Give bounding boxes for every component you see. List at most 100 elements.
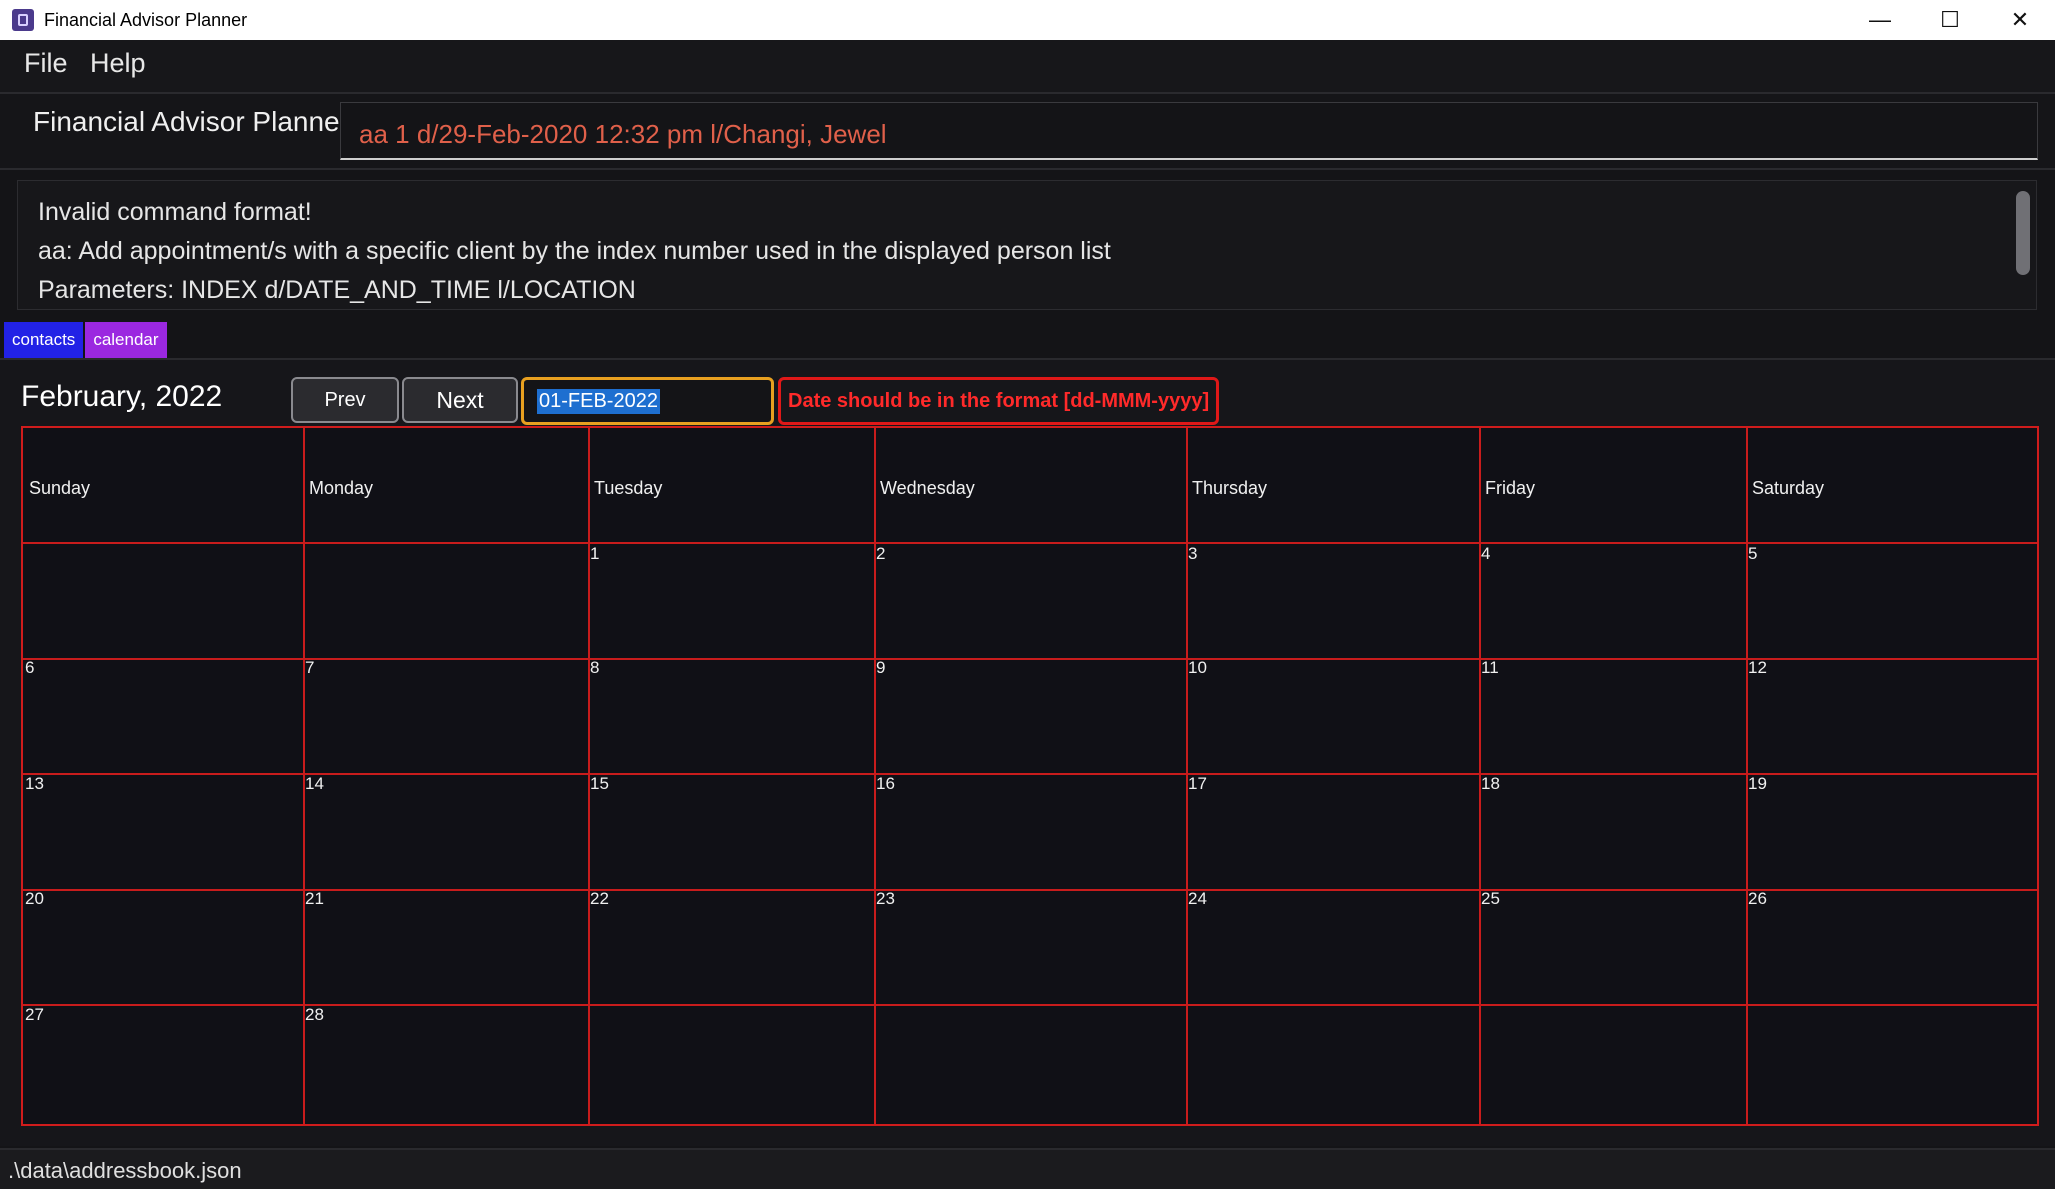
calendar-grid: Sunday Monday Tuesday Wednesday Thursday Frid… bbox=[21, 426, 2039, 1126]
day-number: 11 bbox=[1481, 658, 1499, 677]
day-cell[interactable]: 17 bbox=[1186, 772, 1479, 886]
day-cell[interactable]: 20 bbox=[23, 887, 303, 1001]
day-cell[interactable]: 23 bbox=[874, 887, 1186, 1001]
command-input[interactable]: aa 1 d/29-Feb-2020 12:32 pm l/Changi, Je… bbox=[340, 102, 2038, 160]
day-number: 2 bbox=[876, 544, 886, 563]
day-header-thursday: Thursday bbox=[1192, 478, 1268, 498]
date-error-message: Date should be in the format [dd-MMM-yyy… bbox=[778, 377, 1220, 425]
tab-bar: contacts calendar bbox=[4, 322, 167, 358]
prev-button[interactable]: Prev bbox=[291, 377, 399, 423]
day-number: 26 bbox=[1748, 889, 1767, 908]
day-cell[interactable]: 14 bbox=[303, 772, 588, 886]
day-cell[interactable]: 13 bbox=[23, 772, 303, 886]
day-cell[interactable]: 19 bbox=[1746, 772, 2037, 886]
day-header-wednesday: Wednesday bbox=[880, 478, 975, 498]
day-number: 6 bbox=[25, 658, 35, 677]
day-number: 17 bbox=[1188, 774, 1207, 793]
month-label: February, 2022 bbox=[21, 380, 223, 413]
window-controls: — ☐ ✕ bbox=[1845, 0, 2055, 40]
result-line: Invalid command format! bbox=[38, 198, 312, 226]
day-cell[interactable]: 11 bbox=[1479, 656, 1746, 770]
maximize-button[interactable]: ☐ bbox=[1915, 0, 1985, 40]
day-cell[interactable] bbox=[1186, 1003, 1479, 1117]
day-number: 16 bbox=[876, 774, 895, 793]
day-number: 27 bbox=[25, 1005, 44, 1024]
day-cell[interactable]: 1 bbox=[588, 542, 874, 656]
minimize-button[interactable]: — bbox=[1845, 0, 1915, 40]
calendar-panel: February, 2022 Prev Next 01-FEB-2022 Dat… bbox=[0, 358, 2055, 1146]
next-button[interactable]: Next bbox=[402, 377, 518, 423]
day-cell[interactable]: 7 bbox=[303, 656, 588, 770]
day-header-sunday: Sunday bbox=[29, 478, 91, 498]
day-cell[interactable]: 6 bbox=[23, 656, 303, 770]
day-number: 18 bbox=[1481, 774, 1500, 793]
result-display: Invalid command format! aa: Add appointm… bbox=[17, 180, 2037, 310]
day-cell[interactable]: 9 bbox=[874, 656, 1186, 770]
day-cell[interactable]: 4 bbox=[1479, 542, 1746, 656]
day-cell[interactable] bbox=[23, 542, 303, 656]
day-cell[interactable] bbox=[1746, 1003, 2037, 1117]
day-number: 20 bbox=[25, 889, 44, 908]
day-cell[interactable]: 8 bbox=[588, 656, 874, 770]
date-input[interactable]: 01-FEB-2022 bbox=[521, 377, 774, 425]
day-header-monday: Monday bbox=[309, 478, 374, 498]
day-cell[interactable]: 18 bbox=[1479, 772, 1746, 886]
day-number: 8 bbox=[590, 658, 600, 677]
day-cell[interactable]: 15 bbox=[588, 772, 874, 886]
day-number: 23 bbox=[876, 889, 895, 908]
day-cell[interactable]: 10 bbox=[1186, 656, 1479, 770]
day-cell[interactable] bbox=[874, 1003, 1186, 1117]
day-number: 22 bbox=[590, 889, 609, 908]
day-cell[interactable]: 28 bbox=[303, 1003, 588, 1117]
result-line: aa: Add appointment/s with a specific cl… bbox=[38, 237, 1111, 265]
day-number: 12 bbox=[1748, 658, 1767, 677]
day-cell[interactable]: 24 bbox=[1186, 887, 1479, 1001]
date-input-value: 01-FEB-2022 bbox=[537, 389, 660, 414]
day-number: 13 bbox=[25, 774, 44, 793]
day-cell[interactable] bbox=[588, 1003, 874, 1117]
app-icon bbox=[12, 9, 34, 31]
tab-calendar[interactable]: calendar bbox=[85, 322, 167, 358]
day-number: 28 bbox=[305, 1005, 324, 1024]
day-cell[interactable]: 26 bbox=[1746, 887, 2037, 1001]
day-number: 21 bbox=[305, 889, 324, 908]
day-cell[interactable]: 3 bbox=[1186, 542, 1479, 656]
day-number: 9 bbox=[876, 658, 886, 677]
day-number: 1 bbox=[590, 544, 600, 563]
day-header-friday: Friday bbox=[1485, 478, 1536, 498]
app-label: Financial Advisor Planner bbox=[33, 106, 349, 137]
day-cell[interactable]: 5 bbox=[1746, 542, 2037, 656]
day-header-saturday: Saturday bbox=[1752, 478, 1825, 498]
day-cell[interactable]: 25 bbox=[1479, 887, 1746, 1001]
menu-file[interactable]: File bbox=[24, 48, 68, 79]
day-header-tuesday: Tuesday bbox=[594, 478, 663, 498]
day-cell[interactable]: 21 bbox=[303, 887, 588, 1001]
day-number: 3 bbox=[1188, 544, 1198, 563]
tab-contacts[interactable]: contacts bbox=[4, 322, 84, 358]
day-cell[interactable] bbox=[303, 542, 588, 656]
result-scrollbar[interactable] bbox=[2016, 191, 2030, 275]
day-number: 5 bbox=[1748, 544, 1758, 563]
command-row: Financial Advisor Planner aa 1 d/29-Feb-… bbox=[0, 94, 2055, 170]
day-number: 7 bbox=[305, 658, 315, 677]
title-bar: Financial Advisor Planner — ☐ ✕ bbox=[0, 0, 2055, 40]
menu-help[interactable]: Help bbox=[90, 48, 146, 79]
day-cell[interactable]: 12 bbox=[1746, 656, 2037, 770]
day-cell[interactable]: 22 bbox=[588, 887, 874, 1001]
data-file-path: .\data\addressbook.json bbox=[8, 1158, 242, 1183]
day-cell[interactable]: 2 bbox=[874, 542, 1186, 656]
status-bar: .\data\addressbook.json bbox=[0, 1148, 2055, 1189]
window-title: Financial Advisor Planner bbox=[44, 9, 248, 30]
day-number: 24 bbox=[1188, 889, 1207, 908]
day-number: 14 bbox=[305, 774, 324, 793]
day-cell[interactable] bbox=[1479, 1003, 1746, 1117]
day-number: 10 bbox=[1188, 658, 1207, 677]
menu-bar: File Help bbox=[0, 40, 2055, 94]
day-number: 15 bbox=[590, 774, 609, 793]
day-number: 25 bbox=[1481, 889, 1500, 908]
day-number: 4 bbox=[1481, 544, 1491, 563]
day-number: 19 bbox=[1748, 774, 1767, 793]
day-cell[interactable]: 16 bbox=[874, 772, 1186, 886]
day-cell[interactable]: 27 bbox=[23, 1003, 303, 1117]
close-button[interactable]: ✕ bbox=[1985, 0, 2055, 40]
